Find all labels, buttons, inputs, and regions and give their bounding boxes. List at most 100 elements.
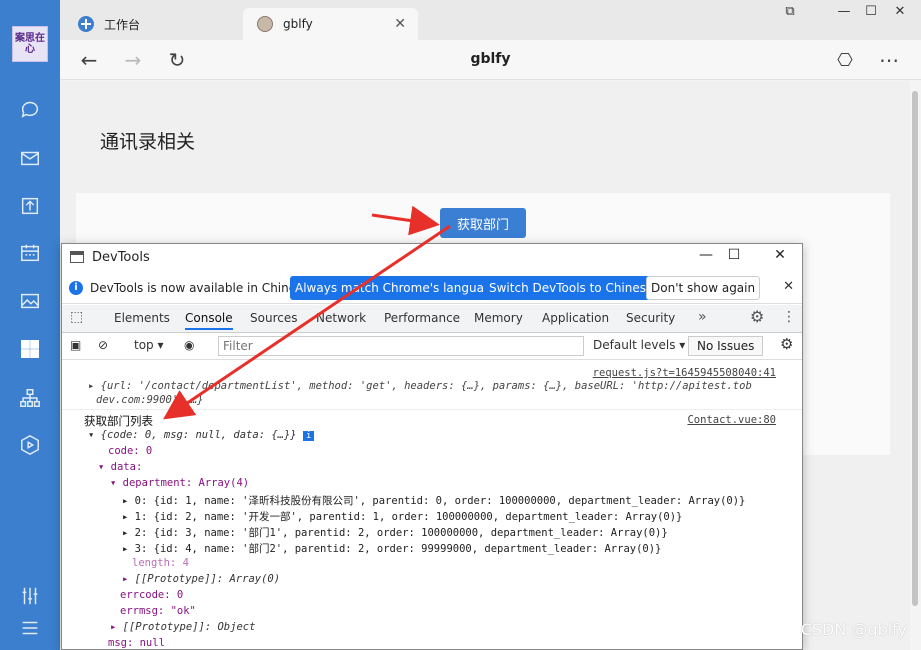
- app-sidebar: 案思在心: [0, 0, 60, 650]
- minimize-icon[interactable]: —: [692, 247, 720, 263]
- department-item-text: 0: {id: 1, name: '泽昕科技股份有限公司', parentid:…: [134, 495, 746, 507]
- log-levels-value: Default levels: [593, 338, 676, 352]
- clear-console-icon[interactable]: ⊘: [98, 338, 108, 352]
- devtools-window: DevTools — ☐ ✕ i DevTools is now availab…: [61, 243, 803, 650]
- data-label: data:: [110, 461, 143, 473]
- upload-icon[interactable]: [18, 194, 42, 218]
- minimize-icon[interactable]: —: [830, 4, 858, 19]
- tab-label: 工作台: [104, 17, 141, 32]
- tab-console[interactable]: Console: [185, 311, 233, 330]
- department-item-text: 3: {id: 4, name: '部门2', parentid: 2, ord…: [134, 543, 662, 555]
- department-label: department: Array(4): [122, 477, 250, 489]
- department-item[interactable]: ▸ 0: {id: 1, name: '泽昕科技股份有限公司', parenti…: [122, 493, 745, 508]
- console-output: request.js?t=1645945508040:41 ▸ {url: '/…: [62, 361, 802, 649]
- filter-input[interactable]: [218, 336, 584, 356]
- more-tabs-icon[interactable]: »: [698, 309, 707, 325]
- tab-label: gblfy: [283, 17, 313, 31]
- inspect-icon[interactable]: ⬚: [70, 309, 83, 325]
- tab-workbench[interactable]: 工作台: [64, 8, 242, 40]
- restore-icon[interactable]: ⧉: [776, 4, 804, 19]
- browser-toolbar: ← → ↻ gblfy ⎔ ⋯: [60, 40, 921, 80]
- get-department-button[interactable]: 获取部门: [440, 208, 526, 238]
- maximize-icon[interactable]: ☐: [857, 4, 885, 19]
- devtools-title: DevTools: [92, 250, 150, 265]
- context-value: top: [134, 338, 154, 352]
- tab-performance[interactable]: Performance: [384, 311, 460, 325]
- department-item[interactable]: ▸ 1: {id: 2, name: '开发一部', parentid: 1, …: [122, 509, 682, 524]
- department-item-text: 2: {id: 3, name: '部门1', parentid: 2, ord…: [134, 527, 668, 539]
- calendar-icon[interactable]: [18, 241, 42, 265]
- close-tab-icon[interactable]: ✕: [394, 16, 406, 32]
- devtools-tabs: ⬚ Elements Console Sources Network Perfo…: [62, 305, 802, 333]
- sliders-icon[interactable]: [18, 584, 42, 608]
- console-line: dev.com:9900', …}: [96, 394, 204, 406]
- data-field[interactable]: ▾ data:: [98, 461, 142, 473]
- log-label: 获取部门列表: [84, 414, 153, 428]
- close-icon[interactable]: ✕: [783, 279, 794, 294]
- eye-icon[interactable]: ◉: [184, 338, 194, 352]
- prototype-array[interactable]: ▸ [[Prototype]]: Array(0): [122, 573, 280, 585]
- close-window-icon[interactable]: ✕: [886, 4, 914, 19]
- info-badge-icon: i: [302, 431, 315, 441]
- app-logo[interactable]: 案思在心: [12, 26, 48, 62]
- tab-application[interactable]: Application: [542, 311, 609, 325]
- info-icon: i: [69, 281, 83, 295]
- department-item[interactable]: ▸ 3: {id: 4, name: '部门2', parentid: 2, o…: [122, 541, 661, 556]
- close-window-icon[interactable]: ✕: [766, 247, 794, 263]
- match-language-button[interactable]: Always match Chrome's language: [290, 276, 504, 300]
- more-icon[interactable]: ⋯: [876, 48, 902, 72]
- log-levels-select[interactable]: Default levels ▾: [593, 338, 685, 352]
- gear-icon[interactable]: ⚙: [750, 307, 764, 326]
- gear-icon[interactable]: ⚙: [780, 335, 793, 353]
- department-item[interactable]: ▸ 2: {id: 3, name: '部门1', parentid: 2, o…: [122, 525, 668, 540]
- code-field: code: 0: [108, 445, 153, 457]
- switch-chinese-button[interactable]: Switch DevTools to Chinese: [484, 276, 659, 300]
- tab-network[interactable]: Network: [316, 311, 366, 325]
- mail-icon[interactable]: [18, 146, 42, 170]
- page-scrollbar[interactable]: [910, 81, 921, 650]
- response-object-summary[interactable]: ▾ {code: 0, msg: null, data: {…}} i: [88, 429, 315, 441]
- tab-bar: 工作台 gblfy ✕ ⧉ — ☐ ✕: [60, 0, 921, 40]
- tab-memory[interactable]: Memory: [474, 311, 523, 325]
- prototype-object[interactable]: ▸ [[Prototype]]: Object: [110, 621, 255, 633]
- tab-elements[interactable]: Elements: [114, 311, 170, 325]
- context-select[interactable]: top ▾: [134, 338, 164, 352]
- app-logo-text: 案思在心: [15, 33, 45, 55]
- kebab-menu-icon[interactable]: ⋮: [782, 309, 796, 325]
- console-toolbar: ▣ ⊘ top ▾ ◉ Default levels ▾ No Issues ⚙: [62, 333, 802, 360]
- console-line[interactable]: ▸ {url: '/contact/departmentList', metho…: [88, 380, 752, 392]
- msg-field: msg: null: [108, 637, 165, 649]
- maximize-icon[interactable]: ☐: [720, 247, 748, 263]
- menu-icon[interactable]: [18, 616, 42, 640]
- errmsg-field: errmsg: "ok": [120, 605, 196, 617]
- scrollbar-thumb[interactable]: [912, 91, 918, 606]
- department-item-text: 1: {id: 2, name: '开发一部', parentid: 1, or…: [134, 511, 683, 523]
- object-summary-text: {code: 0, msg: null, data: {…}}: [100, 429, 297, 441]
- tab-gblfy[interactable]: gblfy ✕: [243, 8, 418, 40]
- request-config-text: {url: '/contact/departmentList', method:…: [100, 380, 752, 392]
- prototype-array-text: [[Prototype]]: Array(0): [134, 573, 281, 585]
- prototype-object-text: [[Prototype]]: Object: [122, 621, 256, 633]
- apps-icon[interactable]: [18, 337, 42, 361]
- settings-hex-icon[interactable]: ⎔: [832, 48, 858, 72]
- divider: [62, 409, 802, 410]
- chat-icon[interactable]: [18, 97, 42, 121]
- errcode-field: errcode: 0: [120, 589, 184, 601]
- source-link[interactable]: request.js?t=1645945508040:41: [593, 367, 776, 379]
- play-icon[interactable]: [18, 433, 42, 457]
- gallery-icon[interactable]: [18, 289, 42, 313]
- workbench-icon: [78, 16, 94, 32]
- org-chart-icon[interactable]: [18, 386, 42, 410]
- tab-sources[interactable]: Sources: [250, 311, 297, 325]
- watermark: CSDN @gblfy: [800, 620, 907, 639]
- tab-security[interactable]: Security: [626, 311, 675, 325]
- department-field[interactable]: ▾ department: Array(4): [110, 477, 249, 489]
- devtools-titlebar: DevTools — ☐ ✕: [62, 244, 802, 272]
- page-title: gblfy: [470, 51, 511, 67]
- avatar-icon: [257, 16, 273, 32]
- issues-button[interactable]: No Issues: [688, 336, 764, 356]
- devtools-icon: [70, 251, 84, 263]
- dont-show-again-button[interactable]: Don't show again: [646, 276, 761, 300]
- sidebar-toggle-icon[interactable]: ▣: [70, 338, 81, 352]
- source-link[interactable]: Contact.vue:80: [687, 414, 776, 426]
